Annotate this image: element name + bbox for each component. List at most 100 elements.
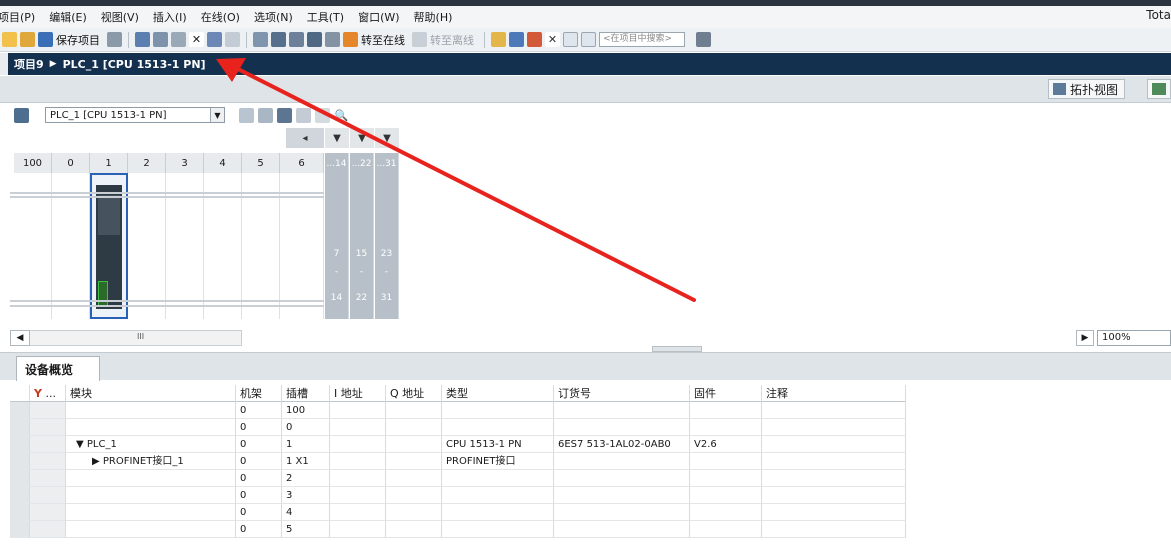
go-online-button[interactable]: 转至在线 bbox=[361, 32, 405, 48]
ext-collapse-1[interactable]: ▼ bbox=[325, 128, 349, 148]
close-icon[interactable]: ✕ bbox=[545, 32, 560, 47]
cross-reference-icon[interactable] bbox=[509, 32, 524, 47]
rack-slot-0[interactable] bbox=[52, 173, 90, 319]
menu-help[interactable]: 帮助(H) bbox=[407, 9, 460, 25]
zoom-icon[interactable]: 🔍 bbox=[334, 107, 349, 123]
save-project-button[interactable]: 保存项目 bbox=[56, 32, 100, 48]
cell-module[interactable] bbox=[66, 419, 236, 436]
cell-module[interactable] bbox=[66, 521, 236, 538]
rack-slot-3[interactable] bbox=[166, 173, 204, 319]
tab-device-overview[interactable]: 设备概览 bbox=[16, 356, 100, 381]
go-offline-button[interactable]: 转至离线 bbox=[430, 32, 474, 48]
column-header-slot[interactable]: 插槽 bbox=[282, 385, 330, 402]
accessible-devices-icon[interactable] bbox=[491, 32, 506, 47]
scroll-thumb-grip[interactable]: III bbox=[137, 332, 144, 341]
zoom-level-select[interactable]: 100% bbox=[1097, 330, 1171, 346]
redo-icon[interactable] bbox=[225, 32, 240, 47]
open-project-icon[interactable] bbox=[20, 32, 35, 47]
column-header-q-address[interactable]: Q 地址 bbox=[386, 385, 442, 402]
column-header-type[interactable]: 类型 bbox=[442, 385, 554, 402]
table-row[interactable]: 02 bbox=[10, 470, 1171, 487]
filter-icon[interactable]: Y bbox=[34, 387, 42, 400]
cell-module[interactable]: ▼ PLC_1 bbox=[66, 436, 236, 453]
rack-slot-2[interactable] bbox=[128, 173, 166, 319]
rack-slot-6[interactable] bbox=[280, 173, 324, 319]
print-icon[interactable] bbox=[107, 32, 122, 47]
ext-collapse-3[interactable]: ▼ bbox=[375, 128, 399, 148]
table-row[interactable]: ▶ PROFINET接口_1 0 1 X1 PROFINET接口 bbox=[10, 453, 1171, 470]
tab-topology-view[interactable]: 拓扑视图 bbox=[1047, 79, 1125, 99]
go-offline-icon[interactable] bbox=[412, 32, 427, 47]
compile-icon[interactable] bbox=[253, 32, 268, 47]
split-horizontal-icon[interactable] bbox=[563, 32, 578, 47]
go-online-icon[interactable] bbox=[343, 32, 358, 47]
download-icon[interactable] bbox=[271, 32, 286, 47]
copy-icon[interactable] bbox=[153, 32, 168, 47]
table-row[interactable]: 0 100 bbox=[10, 402, 1171, 419]
binoculars-icon[interactable] bbox=[696, 32, 711, 47]
rack-slot-5[interactable] bbox=[242, 173, 280, 319]
menu-tools[interactable]: 工具(T) bbox=[300, 9, 351, 25]
breadcrumb-project[interactable]: 项目9 bbox=[14, 56, 44, 72]
menu-view[interactable]: 视图(V) bbox=[94, 9, 146, 25]
table-row[interactable]: 05 bbox=[10, 521, 1171, 538]
scroll-left-button[interactable]: ◀ bbox=[10, 330, 30, 346]
device-tree-icon[interactable] bbox=[14, 107, 29, 123]
ext-scroll-left[interactable]: ◂ bbox=[286, 128, 324, 148]
project-search-input[interactable]: <在项目中搜索> bbox=[599, 32, 685, 47]
table-view-icon[interactable] bbox=[239, 107, 254, 123]
table-row[interactable]: 00 bbox=[10, 419, 1171, 436]
device-name-icon[interactable] bbox=[258, 107, 273, 123]
column-header-module[interactable]: 模块 bbox=[66, 385, 236, 402]
grid-icon[interactable] bbox=[315, 107, 330, 123]
table-row[interactable]: 04 bbox=[10, 504, 1171, 521]
delete-icon[interactable]: ✕ bbox=[189, 32, 204, 47]
upload-icon[interactable] bbox=[289, 32, 304, 47]
stop-cpu-icon[interactable] bbox=[527, 32, 542, 47]
column-header-filter[interactable]: Y ... bbox=[30, 385, 66, 402]
ext-column-3[interactable]: ...31 23 - 31 bbox=[375, 153, 399, 319]
column-header-rack[interactable]: 机架 bbox=[236, 385, 282, 402]
menu-project[interactable]: 项目(P) bbox=[0, 9, 42, 25]
module-label-icon[interactable] bbox=[277, 107, 292, 123]
menu-edit[interactable]: 编辑(E) bbox=[42, 9, 94, 25]
cell-module[interactable] bbox=[66, 504, 236, 521]
menu-online[interactable]: 在线(O) bbox=[194, 9, 247, 25]
undo-icon[interactable] bbox=[207, 32, 222, 47]
cut-icon[interactable] bbox=[135, 32, 150, 47]
tab-network-view[interactable] bbox=[1147, 79, 1171, 99]
column-header-comment[interactable]: 注释 bbox=[762, 385, 906, 402]
cell-module[interactable] bbox=[66, 487, 236, 504]
page-break-icon[interactable] bbox=[296, 107, 311, 123]
save-icon[interactable] bbox=[38, 32, 53, 47]
ext-column-2[interactable]: ...22 15 - 22 bbox=[350, 153, 374, 319]
menu-insert[interactable]: 插入(I) bbox=[146, 9, 194, 25]
table-row[interactable]: ▼ PLC_1 0 1 CPU 1513-1 PN 6ES7 513-1AL02-0AB… bbox=[10, 436, 1171, 453]
device-toolbar: PLC_1 [CPU 1513-1 PN] ▼ 🔍 bbox=[0, 104, 1171, 126]
split-vertical-icon[interactable] bbox=[581, 32, 596, 47]
scroll-right-button[interactable]: ▶ bbox=[1076, 330, 1094, 346]
table-row[interactable]: 03 bbox=[10, 487, 1171, 504]
cell-module[interactable]: ▶ PROFINET接口_1 bbox=[66, 453, 236, 470]
chevron-down-icon[interactable]: ▼ bbox=[210, 108, 224, 122]
simulation-icon[interactable] bbox=[307, 32, 322, 47]
ext-column-1[interactable]: ...14 7 - 14 bbox=[325, 153, 349, 319]
horizontal-scrollbar[interactable] bbox=[10, 330, 242, 346]
column-header-firmware[interactable]: 固件 bbox=[690, 385, 762, 402]
new-project-icon[interactable] bbox=[2, 32, 17, 47]
cell-module[interactable] bbox=[66, 470, 236, 487]
ext-collapse-2[interactable]: ▼ bbox=[350, 128, 374, 148]
paste-icon[interactable] bbox=[171, 32, 186, 47]
cell-rack: 0 bbox=[236, 436, 282, 453]
rack-slot-100[interactable] bbox=[14, 173, 52, 319]
monitor-icon[interactable] bbox=[325, 32, 340, 47]
cell-module[interactable] bbox=[66, 402, 236, 419]
column-header-i-address[interactable]: I 地址 bbox=[330, 385, 386, 402]
menu-window[interactable]: 窗口(W) bbox=[351, 9, 406, 25]
device-selector[interactable]: PLC_1 [CPU 1513-1 PN] ▼ bbox=[45, 107, 225, 123]
menu-options[interactable]: 选项(N) bbox=[247, 9, 300, 25]
rack-slot-1-selected[interactable] bbox=[90, 173, 128, 319]
column-header-order-number[interactable]: 订货号 bbox=[554, 385, 690, 402]
breadcrumb-device[interactable]: PLC_1 [CPU 1513-1 PN] bbox=[63, 58, 206, 71]
rack-slot-4[interactable] bbox=[204, 173, 242, 319]
